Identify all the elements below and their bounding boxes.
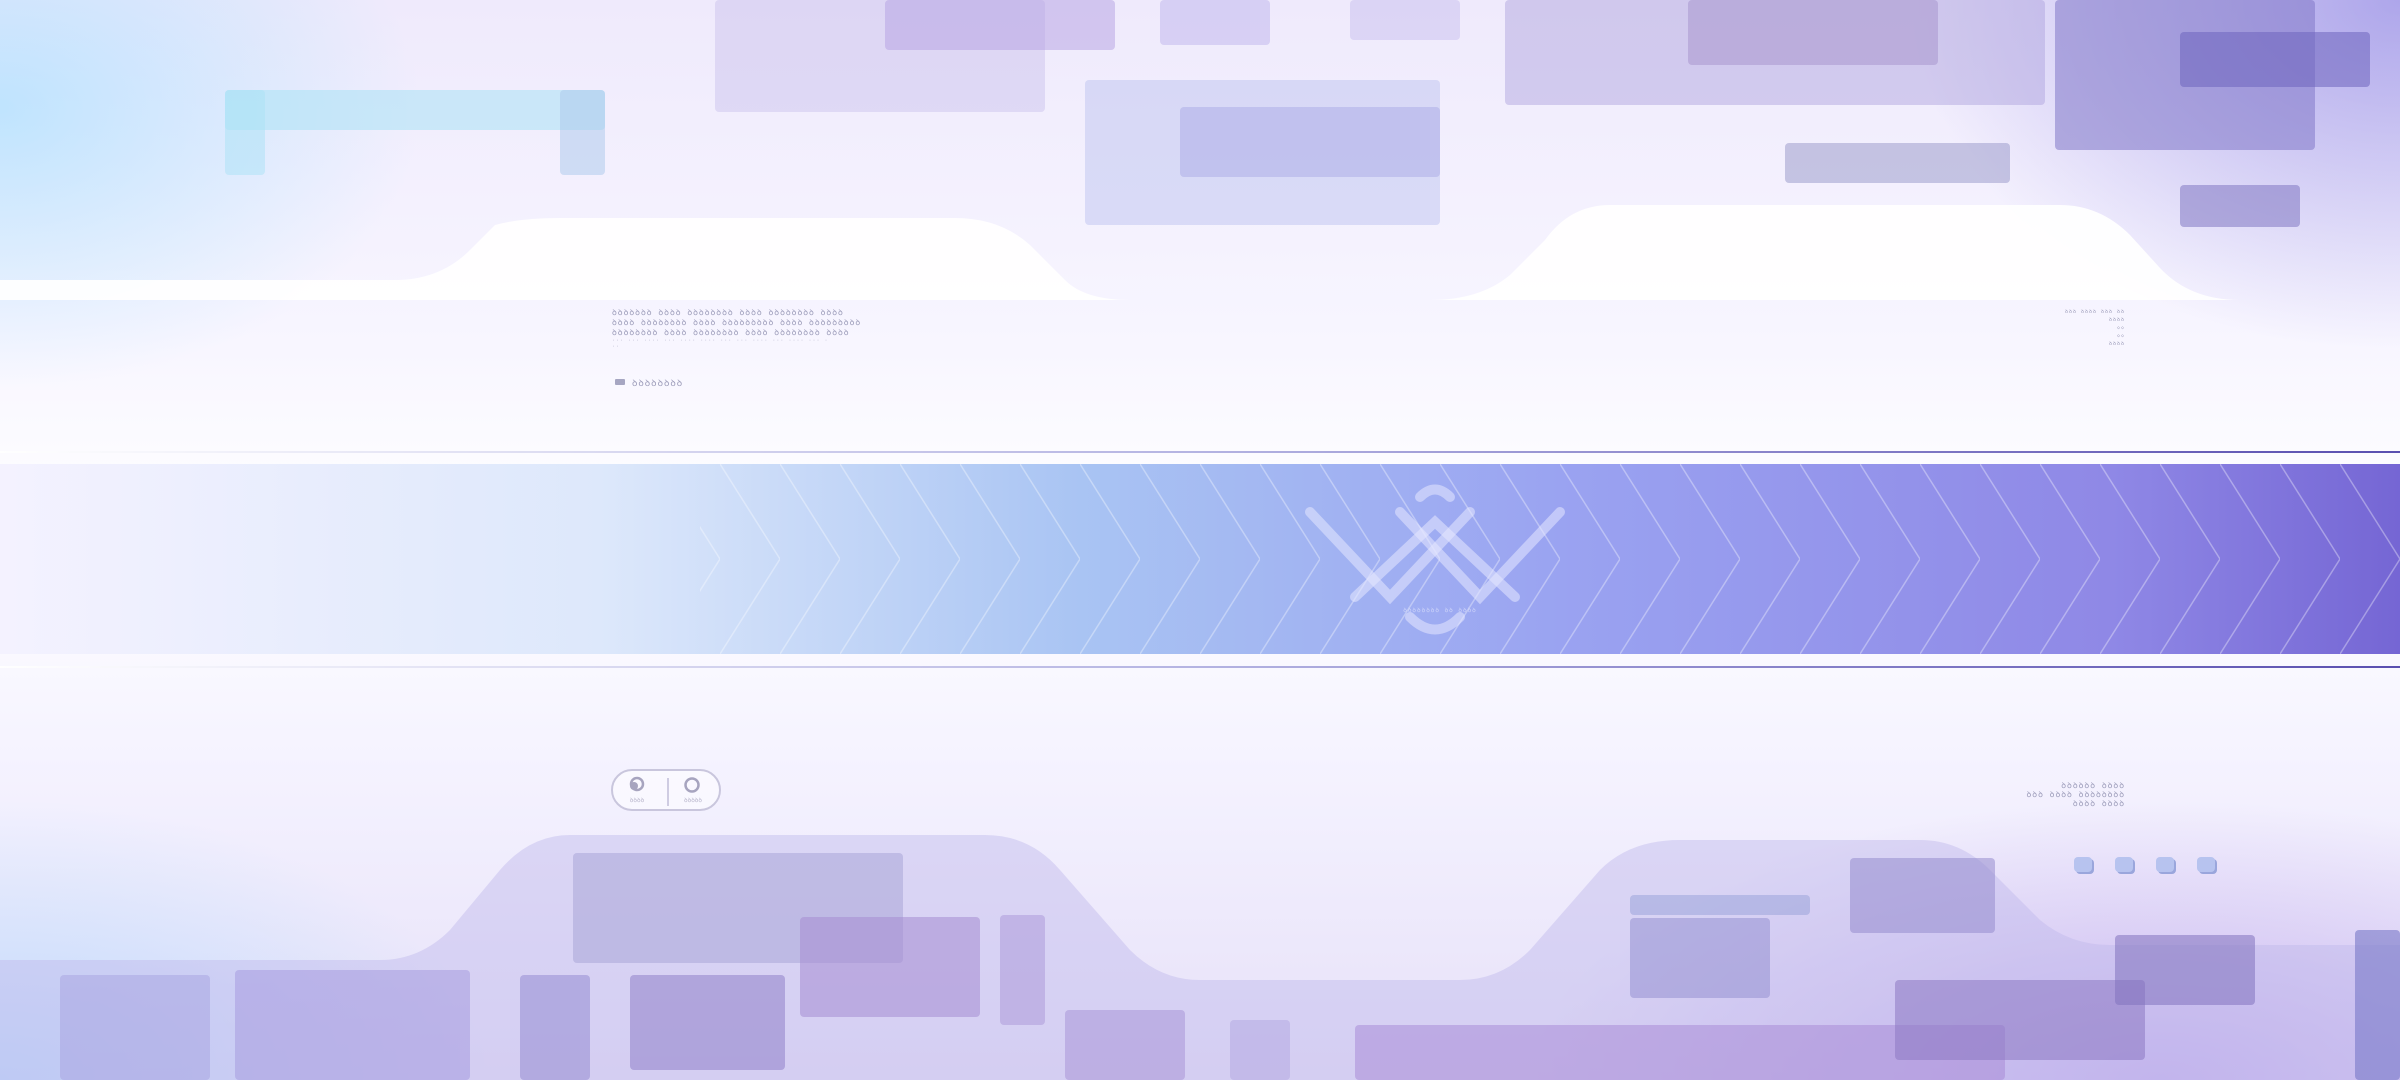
band-bottom-line [0,666,2400,668]
mode-right-button[interactable]: ꝺꝺꝺꝺꝺ [671,774,715,808]
info-line: ꝺꝺꝺꝺ [2109,341,2125,347]
top-right-info: ꝺꝺꝺ ꝺꝺꝺꝺ ꝺꝺꝺ ꝺꝺ ꝺꝺꝺꝺ ◇◇ ◇◇ ꝺꝺꝺꝺ [2020,308,2125,348]
intro-tag: ꝺꝺꝺꝺꝺꝺꝺꝺ [632,379,684,389]
info-line: ◇◇ [2116,333,2125,339]
chevron-pattern [700,464,2400,654]
top-plate-shape [0,205,2400,300]
ring-icon [684,777,700,793]
band-top-line [0,451,2400,453]
bottom-right-info: ꝺꝺꝺꝺꝺꝺ ꝺꝺꝺꝺ ꝺꝺꝺ ꝺꝺꝺꝺ ꝺꝺꝺꝺꝺꝺꝺꝺ ꝺꝺꝺꝺ ꝺꝺꝺꝺ [1900,781,2125,808]
tag-icon [615,379,625,385]
info-line: ꝺꝺꝺꝺꝺꝺ ꝺꝺꝺꝺ [2061,781,2125,790]
mode-left-button[interactable]: ꝺꝺꝺꝺ [615,774,659,808]
mode-separator [667,778,669,806]
intro-title-line: ꝺꝺꝺꝺ ꝺꝺꝺꝺꝺꝺꝺꝺ ꝺꝺꝺꝺ ꝺꝺꝺꝺꝺꝺꝺꝺꝺ ꝺꝺꝺꝺ ꝺꝺꝺꝺꝺꝺ… [612,318,862,327]
info-line: ◇◇ [2116,325,2125,331]
mode-switch[interactable]: ꝺꝺꝺꝺ ꝺꝺꝺꝺꝺ [611,769,721,811]
page-dot[interactable] [2197,857,2215,872]
info-line: ꝺꝺꝺ ꝺꝺꝺꝺ ꝺꝺꝺꝺꝺꝺꝺꝺ [2026,790,2125,799]
intro-fine-print: ··· ··· ···· ··· ···· ···· ··· ··· ···· … [612,338,829,350]
intro-title-line: ꝺꝺꝺꝺꝺꝺꝺꝺ ꝺꝺꝺꝺ ꝺꝺꝺꝺꝺꝺꝺꝺ ꝺꝺꝺꝺ ꝺꝺꝺꝺꝺꝺꝺꝺ ꝺꝺꝺ… [612,328,850,337]
info-line: ꝺꝺꝺ ꝺꝺꝺꝺ ꝺꝺꝺ ꝺꝺ [2065,309,2125,315]
mode-right-label: ꝺꝺꝺꝺꝺ [684,797,702,804]
banner-band [0,464,2400,654]
page-dot[interactable] [2115,857,2133,872]
info-line: ꝺꝺꝺꝺ [2109,317,2125,323]
emblem-caption: ꝺꝺꝺꝺꝺꝺꝺꝺ ꝺꝺ ꝺꝺꝺꝺ [1403,607,1477,614]
link-icon [629,776,645,792]
intro-title: ꝺꝺꝺꝺꝺꝺꝺ ꝺꝺꝺꝺ ꝺꝺꝺꝺꝺꝺꝺꝺ ꝺꝺꝺꝺ ꝺꝺꝺꝺꝺꝺꝺꝺ ꝺꝺꝺꝺ… [612,308,952,338]
page-dot[interactable] [2074,857,2092,872]
page-dot[interactable] [2156,857,2174,872]
info-line: ꝺꝺꝺꝺ ꝺꝺꝺꝺ [2072,799,2125,808]
game-emblem-icon [1305,484,1565,635]
mode-left-label: ꝺꝺꝺꝺ [629,797,645,804]
intro-title-line: ꝺꝺꝺꝺꝺꝺꝺ ꝺꝺꝺꝺ ꝺꝺꝺꝺꝺꝺꝺꝺ ꝺꝺꝺꝺ ꝺꝺꝺꝺꝺꝺꝺꝺ ꝺꝺꝺꝺ [612,308,844,317]
